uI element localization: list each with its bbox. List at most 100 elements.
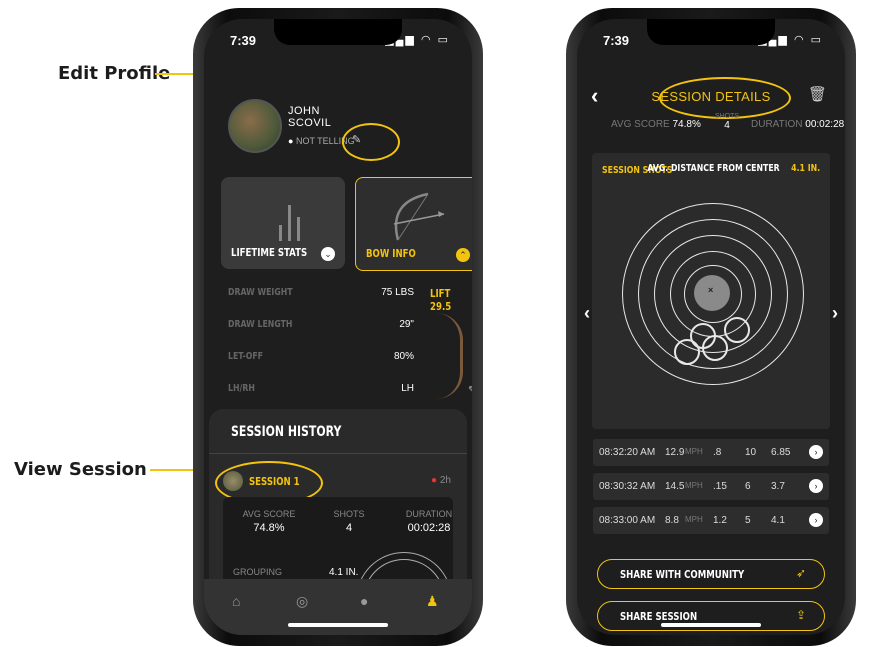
profile-icon[interactable]: ♟ bbox=[426, 593, 439, 610]
shots-value: 4 bbox=[345, 522, 353, 534]
session-time: ● 2h bbox=[431, 475, 451, 486]
session-details-screen: 7:39 ▂▄▆ ◠ ▭ ‹ SESSION DETAILS 🗑 AVG SCO… bbox=[577, 19, 845, 635]
shot-row[interactable]: 08:30:32 AM 14.5 MPH .15 6 3.7 69 › bbox=[593, 473, 829, 500]
phone-session-details: 7:39 ▂▄▆ ◠ ▭ ‹ SESSION DETAILS 🗑 AVG SCO… bbox=[566, 8, 856, 646]
grouping-label: GROUPING bbox=[233, 567, 283, 577]
home-indicator bbox=[661, 623, 761, 627]
notch bbox=[274, 19, 402, 45]
shot-marker[interactable] bbox=[702, 335, 728, 361]
spec-row: DRAW WEIGHT 75 LBS bbox=[228, 287, 414, 298]
spec-row: DRAW LENGTH 29" bbox=[228, 319, 414, 330]
grouping-value: 4.1 IN. bbox=[329, 567, 359, 578]
shot-a: .15 bbox=[713, 481, 727, 492]
shot-time: 08:32:20 AM bbox=[599, 447, 656, 458]
next-arrow-icon[interactable]: › bbox=[832, 303, 838, 324]
spec-key: DRAW LENGTH bbox=[228, 319, 293, 330]
share-icon: ⇪ bbox=[795, 608, 806, 622]
shot-c: 3.7 bbox=[771, 481, 785, 492]
duration-value: 00:02:28 bbox=[805, 119, 845, 130]
shot-row[interactable]: 08:32:20 AM 12.9 MPH .8 10 6.85 72 › bbox=[593, 439, 829, 466]
shot-dist: 8.8 bbox=[665, 515, 679, 526]
duration-label: DURATION bbox=[751, 119, 803, 130]
session-time-text: 2h bbox=[439, 475, 451, 486]
lifetime-stats-label: LIFETIME STATS bbox=[231, 246, 308, 259]
home-icon[interactable]: ⌂ bbox=[232, 593, 240, 609]
avg-score-value: 74.8% bbox=[253, 522, 285, 534]
shots-label: SHOTS bbox=[714, 113, 740, 120]
last-name: SCOVIL bbox=[288, 117, 332, 129]
divider bbox=[209, 453, 467, 454]
arrow-icon: ➶ bbox=[795, 566, 806, 580]
shot-c: 4.1 bbox=[771, 515, 785, 526]
profile-screen: 7:39 ▂▄▆ ◠ ▭ JOHN SCOVIL ● NOT TELLING ✎… bbox=[204, 19, 472, 635]
shot-c: 6.85 bbox=[771, 447, 791, 458]
shot-b: 5 bbox=[745, 515, 751, 526]
bow-model: LIFT 29.5 bbox=[430, 287, 452, 313]
avg-distance-label: AVG. DISTANCE FROM CENTER bbox=[647, 163, 781, 174]
avg-distance-value: 4.1 IN. bbox=[791, 163, 820, 174]
duration-label: DURATION bbox=[405, 509, 453, 519]
edit-profile-callout: Edit Profile bbox=[58, 63, 171, 84]
shot-unit: MPH bbox=[685, 447, 703, 456]
shot-a: .8 bbox=[713, 447, 722, 458]
share-session-label: SHARE SESSION bbox=[620, 610, 698, 623]
prev-arrow-icon[interactable]: ‹ bbox=[584, 303, 590, 324]
bow-image bbox=[436, 313, 463, 399]
spec-key: LET-OFF bbox=[228, 351, 264, 362]
status-time: 7:39 bbox=[603, 33, 630, 48]
notch bbox=[647, 19, 775, 45]
spec-value: 75 LBS bbox=[381, 287, 414, 298]
target-area: SESSION SHOTS AVG. DISTANCE FROM CENTER … bbox=[584, 153, 838, 429]
shots-value: 4 bbox=[724, 120, 730, 131]
shots-label: SHOTS bbox=[333, 509, 365, 519]
avg-value: 74.8% bbox=[672, 119, 701, 130]
share-community-button[interactable]: SHARE WITH COMMUNITY ➶ bbox=[597, 559, 825, 589]
shot-row[interactable]: 08:33:00 AM 8.8 MPH 1.2 5 4.1 78 › bbox=[593, 507, 829, 534]
chevron-up-icon: ⌃ bbox=[456, 248, 470, 262]
shot-b: 10 bbox=[745, 447, 757, 458]
target-icon[interactable]: ◎ bbox=[296, 593, 308, 610]
lifetime-stats-card[interactable]: LIFETIME STATS ⌄ bbox=[221, 177, 345, 269]
chevron-right-icon[interactable]: › bbox=[809, 445, 823, 459]
shot-b: 6 bbox=[745, 481, 751, 492]
map-pin-icon: ● bbox=[288, 136, 294, 146]
chevron-right-icon[interactable]: › bbox=[809, 513, 823, 527]
shot-marker[interactable] bbox=[724, 317, 750, 343]
summary-duration: DURATION 00:02:28 bbox=[751, 119, 844, 130]
session-history-title: SESSION HISTORY bbox=[231, 424, 342, 440]
shot-dist: 14.5 bbox=[665, 481, 685, 492]
profile-name: JOHN SCOVIL bbox=[288, 105, 331, 129]
home-indicator bbox=[288, 623, 388, 627]
avg-distance: AVG. DISTANCE FROM CENTER 4.1 IN. bbox=[610, 163, 820, 174]
spec-key: LH/RH bbox=[228, 383, 255, 394]
bar-chart-icon bbox=[275, 201, 305, 241]
duration-value: 00:02:28 bbox=[407, 522, 451, 534]
first-name: JOHN bbox=[288, 105, 320, 117]
phone-profile: 7:39 ▂▄▆ ◠ ▭ JOHN SCOVIL ● NOT TELLING ✎… bbox=[193, 8, 483, 646]
bullseye-x: × bbox=[708, 285, 714, 295]
shot-a: 1.2 bbox=[713, 515, 727, 526]
spec-value: LH bbox=[401, 383, 414, 394]
bow-info-card[interactable]: BOW INFO ⌃ bbox=[355, 177, 472, 271]
avatar[interactable] bbox=[228, 99, 282, 153]
avg-score-label: AVG SCORE bbox=[242, 509, 296, 519]
trash-icon[interactable]: 🗑 bbox=[808, 85, 827, 103]
spec-value: 29" bbox=[399, 319, 414, 330]
view-session-callout: View Session bbox=[14, 459, 147, 480]
shot-dist: 12.9 bbox=[665, 447, 685, 458]
summary-avg: AVG SCORE 74.8% bbox=[611, 119, 701, 130]
session-history-panel: SESSION HISTORY SESSION 1 ● 2h AVG SCORE… bbox=[209, 409, 467, 635]
share-community-label: SHARE WITH COMMUNITY bbox=[620, 568, 745, 581]
bow-info-label: BOW INFO bbox=[366, 247, 416, 260]
spec-key: DRAW WEIGHT bbox=[228, 287, 293, 298]
edit-bow-icon[interactable]: ✎ bbox=[468, 385, 472, 396]
chevron-right-icon[interactable]: › bbox=[809, 479, 823, 493]
summary-shots: SHOTS 4 bbox=[711, 113, 743, 131]
shot-unit: MPH bbox=[685, 481, 703, 490]
shot-time: 08:33:00 AM bbox=[599, 515, 656, 526]
chat-icon[interactable]: ● bbox=[360, 593, 368, 609]
edit-profile-highlight bbox=[342, 123, 400, 161]
spec-row: LH/RH LH bbox=[228, 383, 414, 394]
spec-row: LET-OFF 80% bbox=[228, 351, 414, 362]
shot-unit: MPH bbox=[685, 515, 703, 524]
